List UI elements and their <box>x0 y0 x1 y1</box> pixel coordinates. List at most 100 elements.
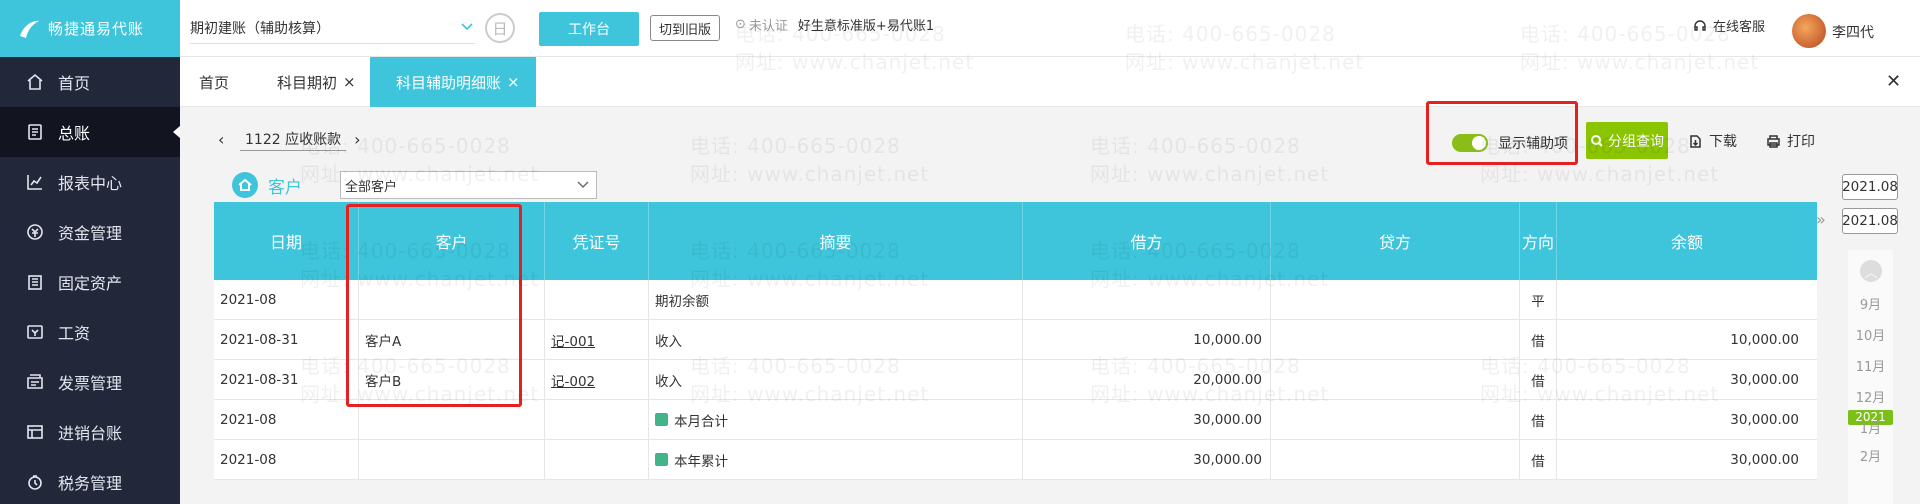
cell-balance: 10,000.00 <box>1730 331 1799 348</box>
prev-account-button[interactable]: ‹ <box>218 130 232 149</box>
cell-date: 2021-08 <box>214 440 359 479</box>
user-name[interactable]: 李四代 <box>1832 22 1874 42</box>
brand-icon <box>20 20 39 38</box>
cell-balance: 30,000.00 <box>1730 371 1799 388</box>
sidebar-item-ledger[interactable]: 总账 <box>0 107 180 157</box>
close-all-tabs-button[interactable]: ✕ <box>1886 71 1901 92</box>
sidebar-item-label: 固定资产 <box>58 274 123 293</box>
voucher-link[interactable]: 记-001 <box>551 330 595 350</box>
group-query-button[interactable]: 分组查询 <box>1586 122 1668 159</box>
ledger-content: ‹ 1122 应收账款 › 客户 全部客户 显示辅助项 分组查询 下载 打印 日… <box>180 101 1920 504</box>
cell-direction: 借 <box>1520 360 1557 399</box>
subtotal-icon <box>655 413 668 426</box>
customer-select[interactable]: 全部客户 <box>340 171 597 199</box>
cell-summary: 收入 <box>649 360 1023 399</box>
sidebar-item-assets[interactable]: 固定资产 <box>0 257 180 307</box>
account-set-select[interactable]: 期初建账（辅助核算） <box>190 12 475 44</box>
sidebar-item-label: 进销台账 <box>58 424 123 443</box>
month-item[interactable]: 12月 <box>1848 387 1893 406</box>
cell-summary: 期初余额 <box>649 280 1023 319</box>
group-query-label: 分组查询 <box>1608 133 1664 150</box>
account-code-field[interactable]: 1122 应收账款 <box>240 127 347 151</box>
sidebar-item-salary[interactable]: 工资 <box>0 307 180 357</box>
cell-credit <box>1271 280 1520 319</box>
cell-direction: 借 <box>1520 440 1557 479</box>
tab-label: 首页 <box>199 73 230 92</box>
online-service-link[interactable]: 在线客服 <box>1692 16 1765 35</box>
salary-icon <box>27 325 43 339</box>
home-icon[interactable] <box>232 172 258 198</box>
cell-debit: 30,000.00 <box>1023 400 1271 439</box>
cell-balance: 30,000.00 <box>1730 451 1799 468</box>
cell-debit: 20,000.00 <box>1023 360 1271 399</box>
tab-aux-ledger[interactable]: 科目辅助明细账 × <box>370 57 536 107</box>
close-icon[interactable]: × <box>507 73 520 91</box>
sidebar-item-label: 资金管理 <box>58 224 123 243</box>
asset-icon <box>28 275 42 290</box>
company-name[interactable]: 好生意标准版+易代账1 <box>798 15 934 34</box>
download-button[interactable]: 下载 <box>1688 131 1737 151</box>
column-header-voucher: 凭证号 <box>545 202 649 280</box>
top-bar: 期初建账（辅助核算） 日 工作台 切到旧版 ⊙ 未认证 好生意标准版+易代账1 … <box>180 0 1920 57</box>
cell-direction: 平 <box>1520 280 1557 319</box>
month-item[interactable]: 1月 <box>1848 418 1893 437</box>
cell-voucher: 记-001 <box>545 320 649 359</box>
tab-home[interactable]: 首页 <box>199 57 229 107</box>
sidebar-item-funds[interactable]: 资金管理 <box>0 207 180 257</box>
print-button[interactable]: 打印 <box>1766 131 1815 151</box>
cell-debit: 10,000.00 <box>1023 320 1271 359</box>
next-account-button[interactable]: › <box>354 130 368 149</box>
expand-date-panel-button[interactable]: » <box>1816 210 1826 229</box>
home-icon <box>27 73 43 90</box>
online-service-label: 在线客服 <box>1713 20 1766 35</box>
avatar[interactable] <box>1792 14 1826 48</box>
cell-date: 2021-08 <box>214 280 359 319</box>
scroll-up-icon[interactable]: ︿ <box>1860 260 1882 282</box>
table-row[interactable]: 2021-08 本年累计 30,000.00 借 30,000.00 <box>214 440 1817 480</box>
sidebar-item-tax[interactable]: 税务管理 <box>0 457 180 504</box>
date-from-field[interactable]: 2021.08 <box>1842 174 1898 200</box>
brand-logo[interactable]: 畅捷通易代账 <box>0 0 180 57</box>
chevron-down-icon <box>577 181 589 188</box>
cell-balance: 30,000.00 <box>1730 411 1799 428</box>
download-icon <box>1690 134 1701 148</box>
sidebar-item-inventory[interactable]: 进销台账 <box>0 407 180 457</box>
cell-date: 2021-08-31 <box>214 360 359 399</box>
calendar-icon[interactable]: 日 <box>485 13 515 43</box>
tab-label: 科目辅助明细账 <box>396 73 502 92</box>
inventory-icon <box>27 425 43 439</box>
ledger-icon <box>28 124 42 140</box>
month-item[interactable]: 9月 <box>1848 294 1893 313</box>
account-set-value: 期初建账（辅助核算） <box>190 20 330 37</box>
sidebar-item-label: 总账 <box>58 124 91 143</box>
subtotal-icon <box>655 453 668 466</box>
month-item[interactable]: 2月 <box>1848 446 1893 465</box>
month-item[interactable]: 11月 <box>1848 356 1893 375</box>
month-item[interactable]: 10月 <box>1848 325 1893 344</box>
account-navigator: ‹ 1122 应收账款 › <box>218 127 368 151</box>
column-header-debit: 借方 <box>1023 202 1271 280</box>
cell-voucher: 记-002 <box>545 360 649 399</box>
cell-date: 2021-08-31 <box>214 320 359 359</box>
date-range-panel: 2021.08 2021.08 ︿ 9月 10月 11月 12月 2021 1月… <box>1840 167 1900 504</box>
filter-label: 客户 <box>268 177 302 198</box>
sidebar-item-invoice[interactable]: 发票管理 <box>0 357 180 407</box>
old-version-button[interactable]: 切到旧版 <box>650 15 720 41</box>
invoice-icon <box>27 374 43 389</box>
close-icon[interactable]: × <box>343 73 356 91</box>
workbench-button[interactable]: 工作台 <box>539 12 639 46</box>
info-icon: ⊙ <box>735 17 746 32</box>
cell-voucher <box>545 280 649 319</box>
cell-summary: 本月合计 <box>649 400 1023 439</box>
date-to-field[interactable]: 2021.08 <box>1842 208 1898 234</box>
voucher-link[interactable]: 记-002 <box>551 370 595 390</box>
cert-status-text: 未认证 <box>748 19 788 34</box>
month-timeline: ︿ 9月 10月 11月 12月 2021 1月 2月 <box>1848 250 1893 504</box>
tab-account-opening[interactable]: 科目期初 × <box>277 57 356 107</box>
sidebar-item-reports[interactable]: 报表中心 <box>0 157 180 207</box>
cell-customer <box>359 440 545 479</box>
sidebar-item-home[interactable]: 首页 <box>0 57 180 107</box>
highlight-box-customer-column <box>346 204 522 407</box>
headset-icon <box>1694 19 1706 31</box>
cell-credit <box>1271 360 1520 399</box>
